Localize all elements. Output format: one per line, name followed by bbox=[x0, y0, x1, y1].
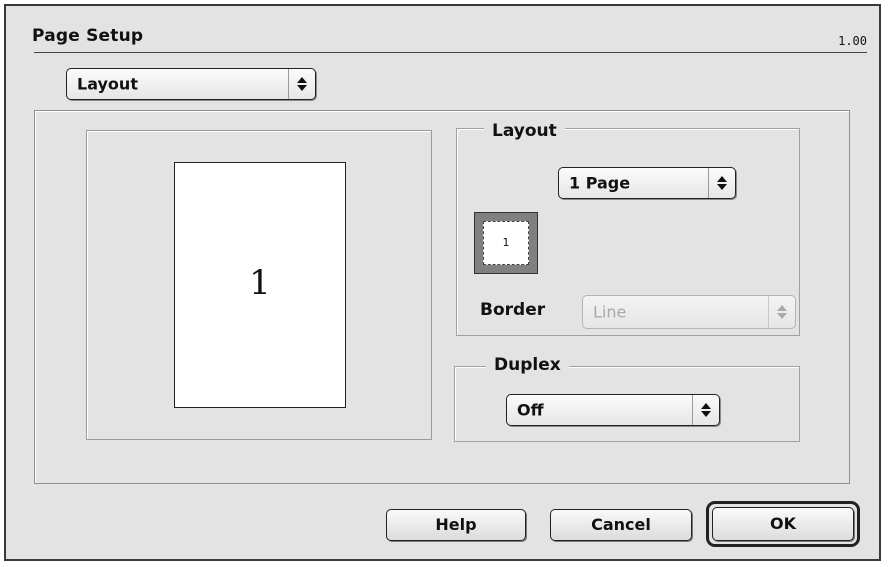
pages-per-sheet-value: 1 Page bbox=[569, 173, 631, 193]
up-down-arrows-icon bbox=[288, 69, 315, 99]
settings-category-value: Layout bbox=[77, 74, 138, 94]
settings-category-popup[interactable]: Layout bbox=[66, 68, 316, 100]
layout-group-title: Layout bbox=[484, 121, 565, 141]
title-divider bbox=[34, 52, 867, 53]
border-popup: Line bbox=[582, 295, 796, 329]
duplex-popup[interactable]: Off bbox=[506, 394, 720, 426]
page-preview: 1 bbox=[174, 162, 346, 408]
layout-option-number: 1 bbox=[483, 221, 529, 265]
layout-option-icon[interactable]: 1 bbox=[474, 212, 538, 274]
pages-per-sheet-popup[interactable]: 1 Page bbox=[558, 167, 736, 199]
page-preview-number: 1 bbox=[249, 263, 271, 303]
ok-button[interactable]: OK bbox=[712, 507, 854, 541]
border-label: Border bbox=[480, 300, 546, 320]
cancel-button[interactable]: Cancel bbox=[550, 509, 692, 541]
duplex-value: Off bbox=[517, 400, 544, 420]
up-down-arrows-icon bbox=[708, 168, 735, 198]
dialog-title: Page Setup bbox=[32, 26, 144, 46]
up-down-arrows-icon bbox=[692, 395, 719, 425]
up-down-arrows-icon bbox=[768, 296, 795, 328]
help-button[interactable]: Help bbox=[386, 509, 526, 541]
duplex-group-title: Duplex bbox=[486, 355, 569, 375]
border-value: Line bbox=[593, 302, 627, 322]
version-label: 1.00 bbox=[838, 34, 867, 48]
